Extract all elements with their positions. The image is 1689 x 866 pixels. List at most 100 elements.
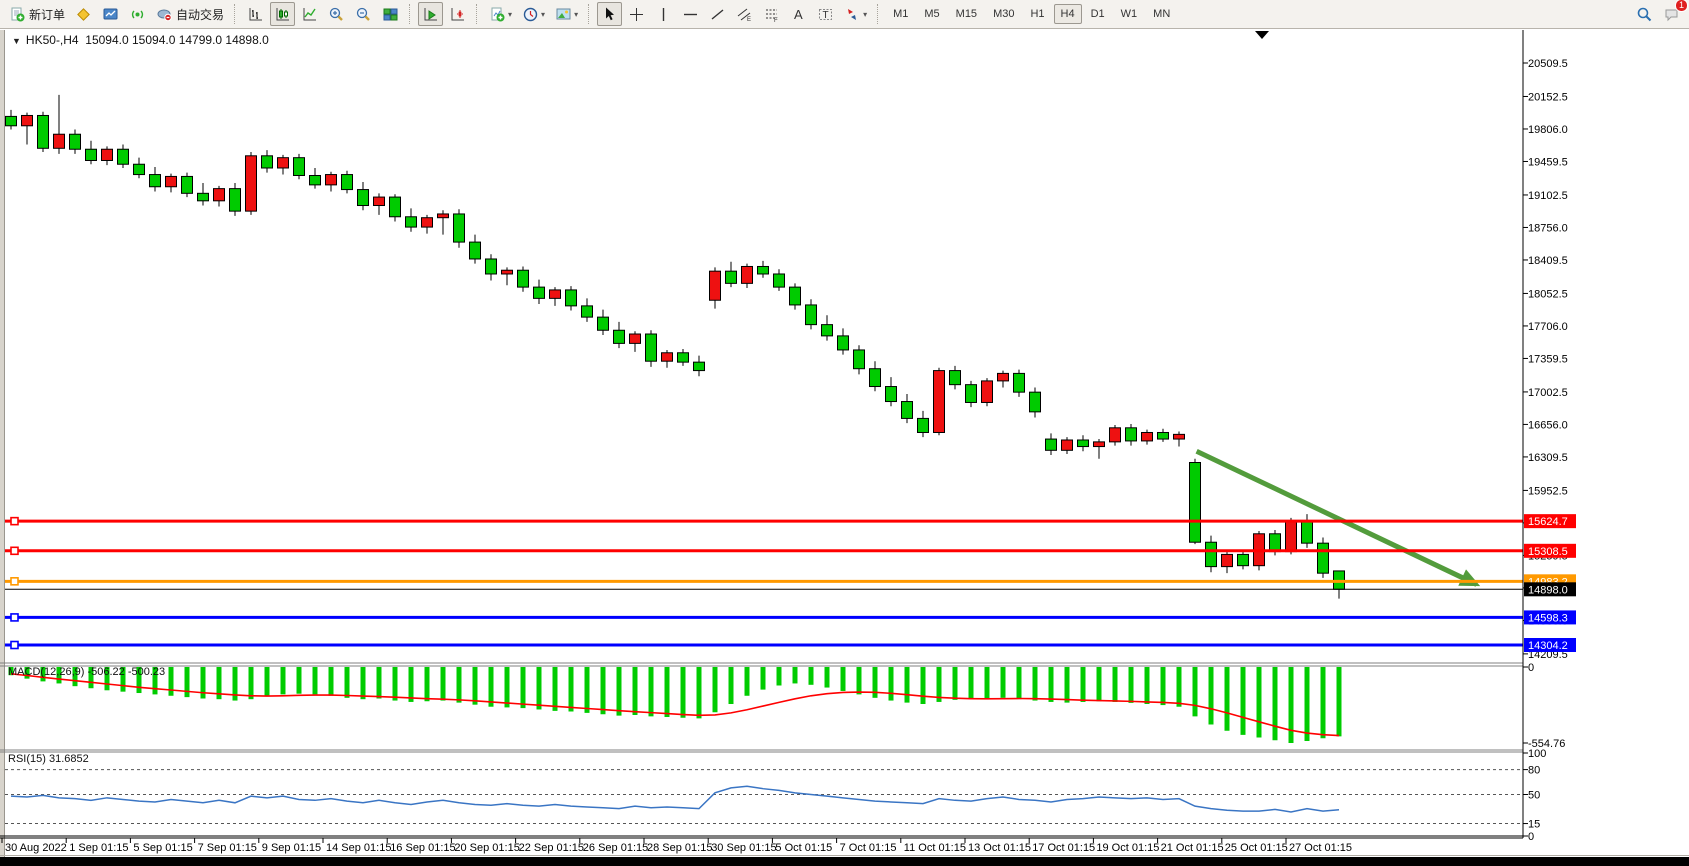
line-anchor-handle[interactable] bbox=[11, 547, 18, 554]
timeframe-m15-button[interactable]: M15 bbox=[949, 4, 984, 24]
fibonacci-button[interactable]: F bbox=[759, 2, 784, 26]
trend-line-button[interactable] bbox=[705, 2, 730, 26]
signals-button[interactable] bbox=[125, 2, 150, 26]
autotrading-icon bbox=[156, 6, 173, 23]
periods-icon bbox=[522, 6, 539, 23]
timeframe-h4-button[interactable]: H4 bbox=[1054, 4, 1082, 24]
candle-down bbox=[182, 176, 193, 193]
arrows-button[interactable]: ▾ bbox=[840, 2, 871, 26]
autotrading-button[interactable]: 自动交易 bbox=[152, 2, 228, 26]
line-anchor-handle[interactable] bbox=[11, 518, 18, 525]
candle-up bbox=[742, 266, 753, 283]
time-tick-label: 21 Oct 01:15 bbox=[1161, 842, 1224, 854]
candle-up bbox=[214, 189, 225, 201]
candle-up bbox=[998, 373, 1009, 381]
crosshair-button[interactable] bbox=[624, 2, 649, 26]
bar-chart-icon bbox=[247, 6, 264, 23]
timeframe-m1-button[interactable]: M1 bbox=[886, 4, 915, 24]
auto-scroll-button[interactable] bbox=[418, 2, 443, 26]
candle-down bbox=[486, 259, 497, 274]
search-button[interactable] bbox=[1632, 2, 1657, 26]
equidistant-channel-button[interactable]: E bbox=[732, 2, 757, 26]
zoom-out-button[interactable] bbox=[351, 2, 376, 26]
line-chart-button[interactable] bbox=[297, 2, 322, 26]
text-label-button[interactable]: T bbox=[813, 2, 838, 26]
new-chart-icon bbox=[489, 6, 506, 23]
timeframe-d1-button[interactable]: D1 bbox=[1084, 4, 1112, 24]
vertical-line-button[interactable] bbox=[651, 2, 676, 26]
candle-down bbox=[150, 175, 161, 187]
zoom-out-icon bbox=[355, 6, 372, 23]
new-chart-button[interactable]: ▾ bbox=[485, 2, 516, 26]
candle-up bbox=[102, 149, 113, 160]
chevron-down-icon[interactable]: ▼ bbox=[12, 36, 21, 46]
line-chart-icon bbox=[301, 6, 318, 23]
candle-down bbox=[86, 149, 97, 160]
price-tick-label: 19806.0 bbox=[1528, 124, 1568, 136]
zoom-in-icon bbox=[328, 6, 345, 23]
line-anchor-handle[interactable] bbox=[11, 642, 18, 649]
line-anchor-handle[interactable] bbox=[11, 578, 18, 585]
time-axis[interactable]: 30 Aug 20221 Sep 01:155 Sep 01:157 Sep 0… bbox=[2, 838, 1352, 854]
chart-shift-button[interactable] bbox=[445, 2, 470, 26]
rsi-line bbox=[11, 786, 1339, 812]
candle-down bbox=[198, 193, 209, 201]
time-tick-label: 14 Sep 01:15 bbox=[326, 842, 391, 854]
rsi-tick-label: 80 bbox=[1528, 765, 1540, 777]
zoom-in-button[interactable] bbox=[324, 2, 349, 26]
candle-up bbox=[278, 158, 289, 168]
candle-down bbox=[614, 330, 625, 343]
horizontal-line-button[interactable] bbox=[678, 2, 703, 26]
templates-button[interactable]: ▾ bbox=[551, 2, 582, 26]
cursor-button[interactable] bbox=[597, 2, 622, 26]
time-tick-label: 30 Sep 01:15 bbox=[711, 842, 776, 854]
main-toolbar: 新订单自动交易▾▾▾EFAT▾M1M5M15M30H1H4D1W1MN1 bbox=[0, 0, 1689, 29]
timeframe-m5-button[interactable]: M5 bbox=[917, 4, 946, 24]
candle-down bbox=[1302, 521, 1313, 544]
price-tick-label: 18756.0 bbox=[1528, 222, 1568, 234]
window-left-edge bbox=[0, 30, 4, 866]
time-tick-label: 25 Oct 01:15 bbox=[1225, 842, 1288, 854]
signals-icon bbox=[129, 6, 146, 23]
candle-up bbox=[502, 270, 513, 274]
tile-windows-button[interactable] bbox=[378, 2, 403, 26]
chat-button[interactable]: 1 bbox=[1659, 2, 1684, 26]
candle-up bbox=[934, 371, 945, 433]
candle-up bbox=[1174, 434, 1185, 439]
toolbar-separator bbox=[234, 4, 237, 24]
bar-chart-button[interactable] bbox=[243, 2, 268, 26]
price-axis[interactable]: 20509.520152.519806.019459.519102.518756… bbox=[1523, 58, 1576, 843]
charts-window-button[interactable] bbox=[98, 2, 123, 26]
periods-button[interactable]: ▾ bbox=[518, 2, 549, 26]
price-tick-label: 16656.0 bbox=[1528, 419, 1568, 431]
timeframe-m30-button[interactable]: M30 bbox=[986, 4, 1021, 24]
new-order-label: 新订单 bbox=[29, 6, 65, 23]
candle-down bbox=[678, 353, 689, 362]
line-anchor-handle[interactable] bbox=[11, 614, 18, 621]
price-tick-label: 18052.5 bbox=[1528, 288, 1568, 300]
time-tick-label: 13 Oct 01:15 bbox=[968, 842, 1031, 854]
candle-up bbox=[982, 381, 993, 403]
candlestick-chart-button[interactable] bbox=[270, 2, 295, 26]
timeframe-w1-button[interactable]: W1 bbox=[1114, 4, 1145, 24]
market-button[interactable] bbox=[71, 2, 96, 26]
trend-line-icon bbox=[709, 6, 726, 23]
chart-shift-marker[interactable] bbox=[1255, 31, 1269, 39]
timeframe-mn-button[interactable]: MN bbox=[1146, 4, 1177, 24]
text-button[interactable]: A bbox=[786, 2, 811, 26]
price-tick-label: 17359.5 bbox=[1528, 353, 1568, 365]
candle-down bbox=[342, 175, 353, 190]
candle-down bbox=[1014, 373, 1025, 392]
candle-up bbox=[662, 353, 673, 361]
toolbar-separator bbox=[877, 4, 880, 24]
candle-down bbox=[1046, 439, 1057, 450]
new-order-button[interactable]: 新订单 bbox=[5, 2, 69, 26]
chart-shift-icon bbox=[449, 6, 466, 23]
candle-up bbox=[374, 197, 385, 205]
candle-up bbox=[1142, 432, 1153, 440]
text-label-icon: T bbox=[817, 6, 834, 23]
horizontal-line-icon bbox=[682, 6, 699, 23]
crosshair-icon bbox=[628, 6, 645, 23]
candle-down bbox=[790, 287, 801, 305]
timeframe-h1-button[interactable]: H1 bbox=[1023, 4, 1051, 24]
